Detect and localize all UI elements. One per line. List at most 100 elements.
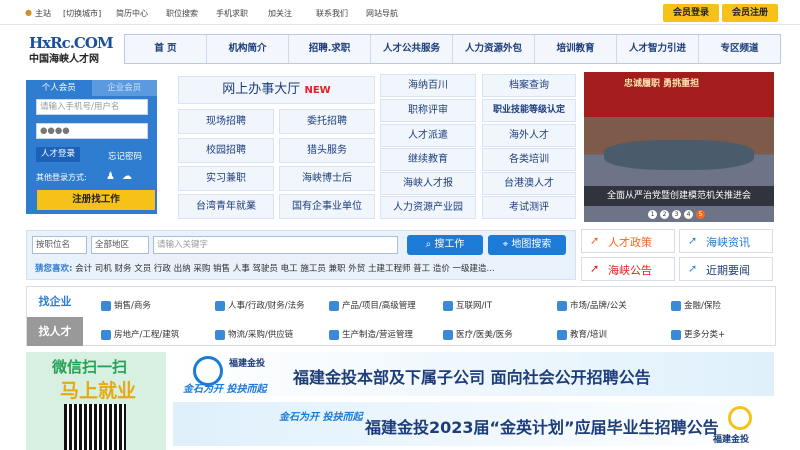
category-education[interactable]: 教育/培训 <box>557 328 607 340</box>
nav-zones[interactable]: 专区频道 <box>699 35 780 63</box>
carousel-caption[interactable]: 全面从严治党暨创建模范机关推进会 <box>584 186 774 206</box>
category-medical[interactable]: 医疗/医美/医务 <box>443 328 513 340</box>
qr-line-1: 微信扫一扫 <box>52 358 128 376</box>
topbar-link-mobile[interactable]: 手机求职 <box>216 8 248 19</box>
service-campus-recruit[interactable]: 校园招聘 <box>178 138 274 163</box>
search-type-select[interactable]: 按职位名 <box>32 236 87 254</box>
nav-hr-outsourcing[interactable]: 人力资源外包 <box>453 35 535 63</box>
news-carousel[interactable]: 忠诚履职 勇挑重担 全面从严治党暨创建模范机关推进会 1 2 3 4 5 <box>584 72 774 222</box>
topbar-link-contact[interactable]: 联系我们 <box>316 8 348 19</box>
carousel-dot-5[interactable]: 5 <box>696 210 705 219</box>
category-marketing[interactable]: 市场/品牌/公关 <box>557 299 627 311</box>
quick-strait-notice[interactable]: ➚ 海峡公告 <box>581 257 675 281</box>
quick-recent-news[interactable]: ➚ 近期要闻 <box>679 257 773 281</box>
map-pin-icon: ⌖ <box>502 239 509 250</box>
qq-icon[interactable]: ♟ <box>106 171 115 182</box>
wechat-qr-panel: 微信扫一扫 马上就业 <box>26 352 166 450</box>
tab-personal[interactable]: 个人会员 <box>26 80 92 96</box>
online-hall-button[interactable]: 网上办事大厅 NEW <box>178 76 375 104</box>
topbar-link-follow[interactable]: 加关注 <box>268 8 292 19</box>
tab-find-company[interactable]: 找企业 <box>27 287 83 317</box>
topbar-link-sitemap[interactable]: 网站导航 <box>366 8 398 19</box>
carousel-dot-1[interactable]: 1 <box>648 210 657 219</box>
category-product[interactable]: 产品/项目/高级管理 <box>329 299 416 311</box>
carousel-dot-4[interactable]: 4 <box>684 210 693 219</box>
map-search-button[interactable]: ⌖ 地图搜索 <box>488 235 566 255</box>
tab-company[interactable]: 企业会员 <box>91 80 157 96</box>
map-search-label: 地图搜索 <box>511 239 552 250</box>
category-more[interactable]: 更多分类+ <box>671 328 725 340</box>
hot-terms[interactable]: 会计 司机 财务 文员 行政 出纳 采购 销售 人事 驾驶员 电工 施工员 兼职… <box>75 264 495 274</box>
search-jobs-button[interactable]: ⌕ 搜工作 <box>407 235 483 255</box>
service-archive-query[interactable]: 档案查询 <box>482 74 576 97</box>
quick-strait-news-label: 海峡资讯 <box>706 236 750 249</box>
service-headhunting[interactable]: 猎头服务 <box>279 138 375 163</box>
arrow-icon: ➚ <box>590 234 600 247</box>
arrow-icon: ➚ <box>688 234 698 247</box>
quick-strait-notice-label: 海峡公告 <box>608 264 652 277</box>
register-job-button[interactable]: 注册找工作 <box>37 190 155 210</box>
member-register-button[interactable]: 会员注册 <box>722 4 778 22</box>
service-talent-news[interactable]: 海峡人才报 <box>380 172 476 195</box>
site-logo[interactable]: HxRc.COM 中国海峡人才网 <box>29 34 115 70</box>
service-title-review[interactable]: 职称评审 <box>380 99 476 122</box>
forgot-password-link[interactable]: 忘记密码 <box>108 150 142 162</box>
service-onsite-recruit[interactable]: 现场招聘 <box>178 109 274 134</box>
username-input[interactable]: 请输入手机号/用户名 <box>36 99 148 115</box>
banner1-title: 福建金投本部及下属子公司 面向社会公开招聘公告 <box>293 368 651 387</box>
banner2-title: 福建金投2023届“金英计划”应届毕业生招聘公告 <box>365 418 719 437</box>
nav-about[interactable]: 机构简介 <box>207 35 289 63</box>
service-hk-macau-tw[interactable]: 台港澳人才 <box>482 172 576 195</box>
qr-line-2: 马上就业 <box>60 380 137 402</box>
carousel-dot-3[interactable]: 3 <box>672 210 681 219</box>
service-taiwan-youth[interactable]: 台湾青年就業 <box>178 194 274 219</box>
service-continuing-edu[interactable]: 继续教育 <box>380 148 476 171</box>
service-hr-park[interactable]: 人力资源产业园 <box>380 196 476 219</box>
arrow-icon: ➚ <box>688 262 698 275</box>
quick-talent-policy[interactable]: ➚ 人才政策 <box>581 229 675 253</box>
service-internship[interactable]: 实习兼职 <box>178 166 274 191</box>
home-link[interactable]: 主站 <box>35 8 51 19</box>
category-sales[interactable]: 销售/商务 <box>101 299 151 311</box>
hot-keywords: 猜您喜欢: 会计 司机 财务 文员 行政 出纳 采购 销售 人事 驾驶员 电工 … <box>35 262 495 274</box>
area-select[interactable]: 全部地区 <box>91 236 149 254</box>
category-finance[interactable]: 金融/保险 <box>671 299 721 311</box>
arrow-icon: ➚ <box>590 262 600 275</box>
hot-label: 猜您喜欢: <box>35 264 73 274</box>
carousel-dot-2[interactable]: 2 <box>660 210 669 219</box>
recruit-banner-2[interactable]: 金石为开 投抉而起 福建金投2023届“金英计划”应届毕业生招聘公告 福建金投 <box>173 402 774 446</box>
switch-city-link[interactable]: [切换城市] <box>63 8 101 19</box>
nav-recruit[interactable]: 招聘.求职 <box>289 35 371 63</box>
service-entrusted-recruit[interactable]: 委托招聘 <box>279 109 375 134</box>
tab-find-talent[interactable]: 找人才 <box>27 317 83 346</box>
quick-strait-news[interactable]: ➚ 海峡资讯 <box>679 229 773 253</box>
nav-talent-import[interactable]: 人才智力引进 <box>617 35 699 63</box>
service-skill-cert[interactable]: 职业技能等级认定 <box>482 99 576 122</box>
category-realestate[interactable]: 房地产/工程/建筑 <box>101 328 179 340</box>
keyword-input[interactable]: 请输入关键字 <box>153 236 398 254</box>
login-button[interactable]: 人才登录 <box>36 147 80 162</box>
nav-home[interactable]: 首 页 <box>125 35 207 63</box>
member-login-button[interactable]: 会员登录 <box>663 4 719 22</box>
service-exam[interactable]: 考试测评 <box>482 196 576 219</box>
category-it[interactable]: 互联网/IT <box>443 299 492 311</box>
recruit-banner-1[interactable]: 福建金投 金石为开 投抉而起 福建金投本部及下属子公司 面向社会公开招聘公告 <box>173 352 774 396</box>
wechat-icon[interactable]: ☁ <box>122 171 132 182</box>
nav-training[interactable]: 培训教育 <box>535 35 617 63</box>
banner1-slogan: 金石为开 投抉而起 <box>183 384 267 395</box>
service-overseas-talent[interactable]: 海外人才 <box>482 124 576 147</box>
password-input[interactable]: ●●●● <box>36 123 148 139</box>
service-haina[interactable]: 海纳百川 <box>380 74 476 97</box>
category-hr[interactable]: 人事/行政/财务/法务 <box>215 299 305 311</box>
topbar-link-resume[interactable]: 简历中心 <box>116 8 148 19</box>
nav-public-service[interactable]: 人才公共服务 <box>371 35 453 63</box>
category-manufacturing[interactable]: 生产制造/营运管理 <box>329 328 413 340</box>
service-postdoc[interactable]: 海峡博士后 <box>279 166 375 191</box>
service-dispatch[interactable]: 人才派遣 <box>380 124 476 147</box>
banner1-logo-text: 福建金投 <box>229 359 266 369</box>
topbar-link-job-search[interactable]: 职位搜索 <box>166 8 198 19</box>
category-logistics[interactable]: 物流/采购/供应链 <box>215 328 293 340</box>
service-training[interactable]: 各类培训 <box>482 148 576 171</box>
banner2-slogan: 金石为开 投抉而起 <box>279 412 363 423</box>
service-state-owned[interactable]: 国有企事业单位 <box>279 194 375 219</box>
